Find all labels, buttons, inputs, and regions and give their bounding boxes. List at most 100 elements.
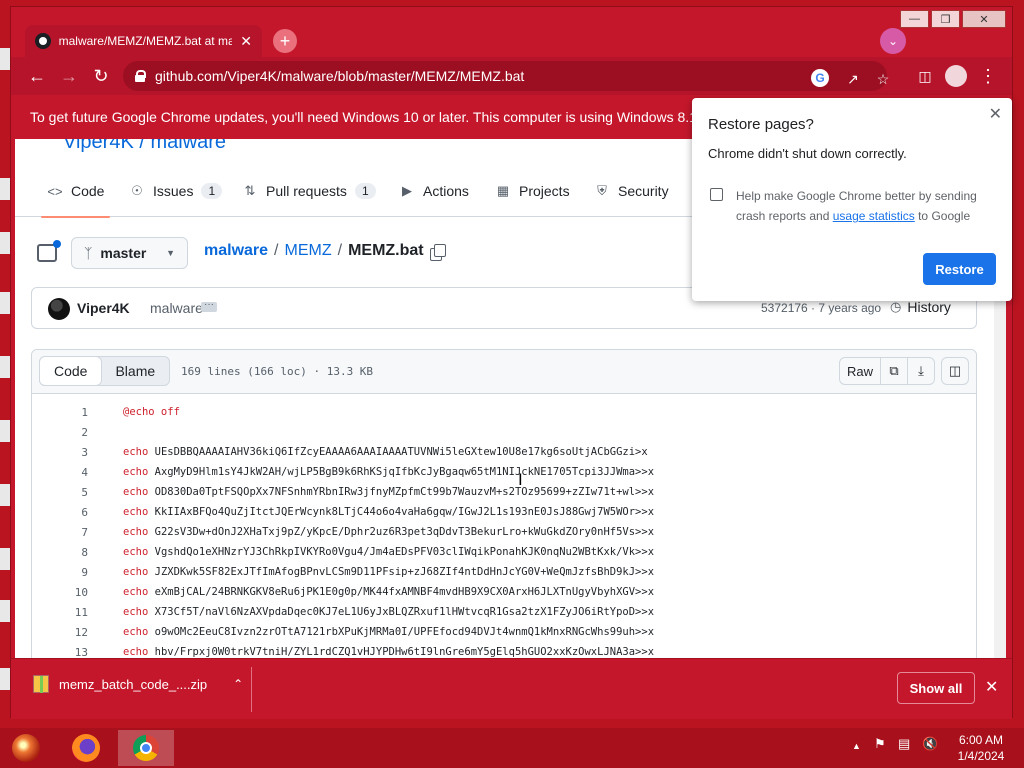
tab-projects[interactable]: ▦ Projects (495, 165, 570, 217)
code-brackets-icon: <> (47, 183, 63, 199)
commit-details-toggle-icon[interactable]: ··· (201, 300, 217, 312)
raw-button[interactable]: Raw (839, 357, 881, 385)
line-number[interactable]: 13 (32, 646, 88, 659)
code-blame-toggle: Code Blame (39, 356, 171, 386)
lock-icon[interactable] (135, 70, 146, 82)
line-number[interactable]: 11 (32, 606, 88, 619)
tab-blame-view[interactable]: Blame (101, 357, 169, 385)
file-tree-toggle-icon[interactable] (37, 240, 61, 262)
taskbar-chrome[interactable] (118, 730, 174, 766)
branch-icon: ᛉ (84, 245, 93, 261)
commit-message[interactable]: malware (150, 300, 203, 316)
address-bar[interactable]: github.com/Viper4K/malware/blob/master/M… (123, 61, 889, 91)
forward-arrow-icon[interactable]: → (57, 64, 81, 88)
network-icon[interactable]: ▤ (898, 736, 910, 752)
commit-author[interactable]: Viper4K (77, 300, 130, 316)
tab-search-button[interactable]: ⌄ (880, 28, 906, 54)
side-panel-icon[interactable]: ◫ (913, 64, 937, 88)
maximize-button[interactable]: ❒ (931, 10, 960, 28)
divider (251, 667, 252, 712)
line-number[interactable]: 8 (32, 546, 88, 559)
download-item[interactable]: memz_batch_code_....zip ⌃ (33, 675, 243, 693)
code-text: VgshdQo1eXHNzrYJ3ChRkpIVKYRo0Vgu4/Jm4aED… (148, 546, 655, 558)
back-arrow-icon[interactable]: ← (25, 64, 49, 88)
minimize-button[interactable]: — (900, 10, 929, 28)
author-avatar[interactable] (48, 298, 70, 320)
show-all-button[interactable]: Show all (897, 672, 975, 704)
bookmark-star-icon[interactable]: ☆ (873, 69, 893, 89)
copy-path-icon[interactable] (428, 243, 446, 261)
tray-overflow-icon[interactable]: ▲ (852, 741, 861, 751)
code-view-header: Code Blame 169 lines (166 loc) · 13.3 KB… (32, 350, 976, 394)
clock-date: 1/4/2024 (957, 749, 1005, 763)
line-number[interactable]: 2 (32, 426, 88, 439)
line-number[interactable]: 9 (32, 566, 88, 579)
title-bar: — ❒ ✕ malware/MEMZ/MEMZ.bat at master ✕ … (11, 7, 1012, 57)
zip-file-icon (33, 675, 49, 693)
start-button[interactable] (0, 730, 52, 766)
line-code: echo UEsDBBQAAAAIAHV36kiQ6IfZcyEAAAA6AAA… (123, 446, 648, 458)
line-number[interactable]: 7 (32, 526, 88, 539)
downloads-close-icon[interactable]: ✕ (985, 677, 998, 697)
chevron-up-icon[interactable]: ⌃ (233, 677, 243, 691)
line-number[interactable]: 4 (32, 466, 88, 479)
line-code: @echo off (123, 406, 180, 418)
symbols-panel-icon[interactable]: ◫ (941, 357, 969, 385)
line-number[interactable]: 12 (32, 626, 88, 639)
issue-circle-icon: ☉ (131, 183, 143, 198)
code-text: OD830Da0TptFSQOpXx7NFSnhmYRbnIRw3jfnyMZp… (148, 486, 655, 498)
code-line: 4 echo AxgMyD9Hlm1sY4JkW2AH/wjLP5BgB9k6Rh… (32, 462, 976, 482)
line-number[interactable]: 5 (32, 486, 88, 499)
tab-close-icon[interactable]: ✕ (240, 33, 252, 50)
crash-reports-checkbox[interactable] (710, 188, 723, 201)
code-text: G22sV3Dw+dOnJ2XHaTxj9pZ/yKpcE/Dphr2uz6R3… (148, 526, 655, 538)
line-number[interactable]: 10 (32, 586, 88, 599)
desktop-icons-left[interactable] (0, 0, 10, 720)
restore-button[interactable]: Restore (923, 253, 996, 285)
system-clock[interactable]: 6:00 AM 1/4/2024 (955, 732, 1007, 764)
dialog-close-icon[interactable]: ✕ (989, 104, 1002, 124)
reload-icon[interactable]: ↻ (89, 64, 113, 88)
breadcrumb-repo-link[interactable]: malware (204, 242, 268, 260)
code-keyword: echo (123, 446, 149, 458)
google-lens-icon[interactable]: G (811, 69, 829, 87)
history-clock-icon: ◷ (890, 299, 902, 314)
commit-sha-age[interactable]: 5372176 · 7 years ago (761, 301, 881, 315)
volume-muted-icon[interactable]: 🔇 (922, 736, 938, 752)
clock-time: 6:00 AM (958, 733, 1004, 747)
code-text: JZXDKwk5SF82ExJTfImAfogBPnvLCSm9D11PFsip… (148, 566, 655, 578)
tab-issues[interactable]: ☉ Issues 1 (129, 165, 223, 217)
tab-code-view[interactable]: Code (39, 356, 103, 386)
line-number[interactable]: 3 (32, 446, 88, 459)
browser-tab[interactable]: malware/MEMZ/MEMZ.bat at master ✕ (25, 25, 262, 57)
tab-code[interactable]: <> Code (40, 165, 111, 218)
copy-raw-icon[interactable]: ⧉ (880, 357, 908, 385)
code-keyword: echo (123, 506, 149, 518)
tab-security[interactable]: ⛨ Security (594, 165, 668, 217)
chrome-menu-icon[interactable]: ⋮ (976, 64, 1000, 88)
window-close-button[interactable]: ✕ (962, 10, 1006, 28)
code-line: 11 echo X73Cf5T/naVl6NzAXVpdaDqec0KJ7eL1U… (32, 602, 976, 622)
line-code: echo o9wOMc2EeuC8Ivzn2zrOTtA7121rbXPuKjM… (123, 626, 654, 638)
taskbar-firefox[interactable] (58, 730, 114, 766)
line-number[interactable]: 6 (32, 506, 88, 519)
action-center-flag-icon[interactable]: ⚑ (874, 736, 886, 752)
branch-selector[interactable]: ᛉ master ▼ (71, 237, 188, 269)
share-icon[interactable]: ↗ (843, 69, 863, 89)
new-tab-button[interactable]: + (273, 29, 297, 53)
tab-pull-requests[interactable]: ⇅ Pull requests 1 (242, 165, 376, 217)
usage-statistics-link[interactable]: usage statistics (833, 209, 915, 223)
history-button[interactable]: ◷ History (890, 299, 951, 315)
code-text: eXmBjCAL/24BRNKGKV8eRu6jPK1E0g0p/MK44fxA… (148, 586, 655, 598)
line-number[interactable]: 1 (32, 406, 88, 419)
line-code: echo eXmBjCAL/24BRNKGKV8eRu6jPK1E0g0p/MK… (123, 586, 654, 598)
line-code: echo hbv/Frpxj0W0trkV7tniH/ZYL1rdCZQ1vHJ… (123, 646, 654, 658)
download-raw-icon[interactable]: ⤓ (907, 357, 935, 385)
repo-title[interactable]: Viper4K / malware (63, 139, 226, 153)
code-keyword: echo (123, 606, 149, 618)
profile-avatar-icon[interactable] (944, 64, 968, 88)
tab-actions[interactable]: ▶ Actions (399, 165, 469, 217)
downloads-bar: memz_batch_code_....zip ⌃ Show all ✕ (11, 658, 1012, 719)
line-code: echo JZXDKwk5SF82ExJTfImAfogBPnvLCSm9D11… (123, 566, 654, 578)
breadcrumb-dir-link[interactable]: MEMZ (285, 242, 332, 260)
